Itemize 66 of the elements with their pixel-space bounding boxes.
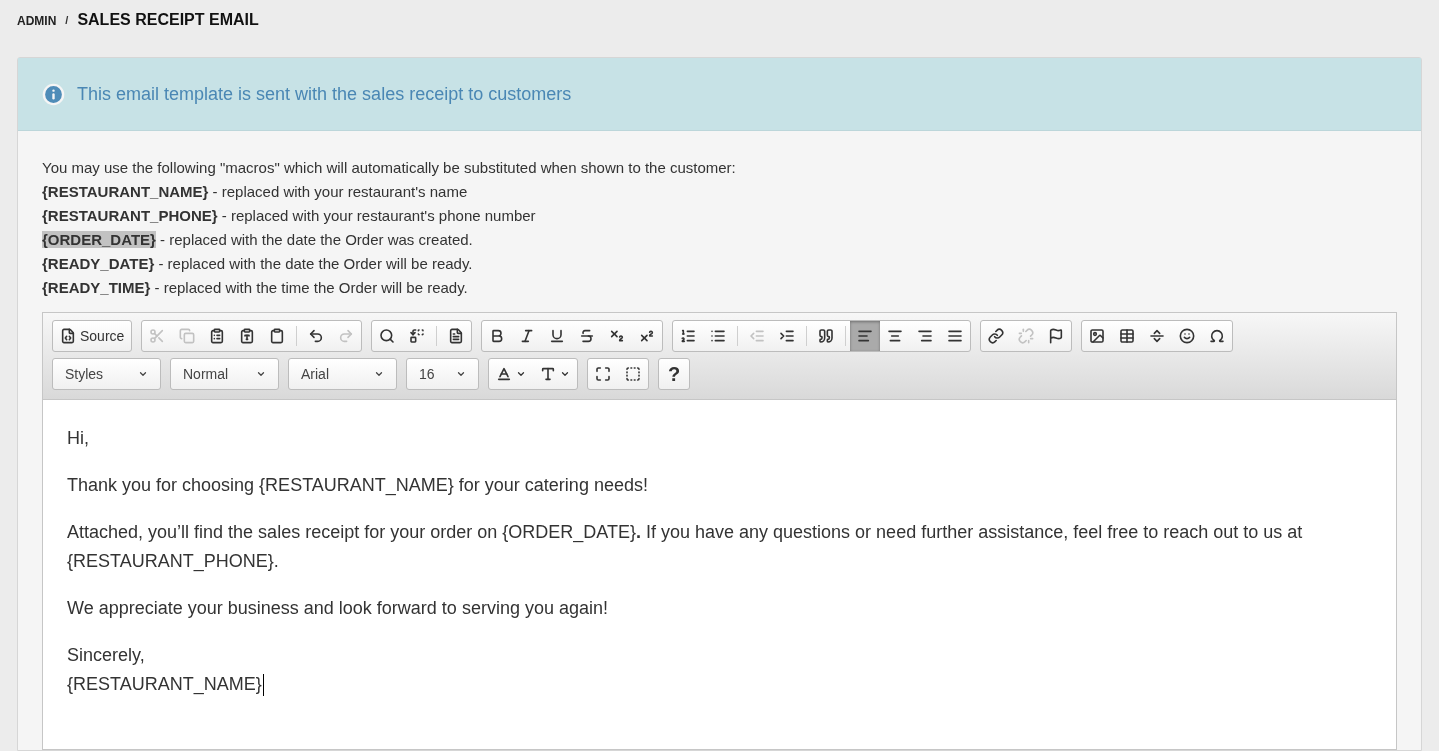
email-paragraph: Hi, [67, 427, 90, 450]
link-icon [988, 328, 1005, 344]
macro-description: {RESTAURANT_NAME} - replaced with your restaurant's name [42, 182, 469, 202]
caret-icon [256, 369, 266, 379]
numbered-list-icon [680, 328, 697, 344]
quote-icon [818, 328, 835, 344]
format-dropdown[interactable]: Arial [288, 358, 397, 390]
align-center-icon [887, 328, 904, 344]
format-dropdown[interactable]: 16 [406, 358, 479, 390]
flag-icon [1048, 328, 1065, 344]
help-button[interactable]: ? [659, 359, 690, 389]
document-icon [448, 328, 465, 344]
replace-icon [409, 328, 426, 344]
redo-icon [338, 328, 355, 344]
caret-icon [456, 369, 466, 379]
email-paragraph: We appreciate your business and look forward to serving you again! [67, 597, 609, 620]
info-icon [42, 82, 65, 106]
justify-icon [947, 328, 964, 344]
scissors-icon [149, 328, 166, 344]
macro-description: {ORDER_DATE} - replaced with the date the Order was created. [42, 230, 474, 250]
indent-icon [779, 328, 796, 344]
source-button[interactable]: Source [53, 321, 132, 351]
format-dropdown[interactable]: Styles [52, 358, 161, 390]
bulleted-list-icon [710, 328, 727, 344]
email-paragraph: {RESTAURANT_NAME} [67, 672, 265, 698]
macros-intro: You may use the following "macros" which will automatically be substituted when shown to the customer: [42, 158, 737, 178]
caret-icon [560, 369, 570, 379]
underline-icon [549, 328, 566, 344]
macro-description: {READY_TIME} - replaced with the time the Order will be ready. [42, 278, 469, 298]
align-right-icon [917, 328, 934, 344]
superscript-icon [639, 328, 656, 344]
subscript-icon [609, 328, 626, 344]
macro-description: {RESTAURANT_PHONE} - replaced with your restaurant's phone number [42, 206, 537, 226]
macro-description: {READY_DATE} - replaced with the date the Order will be ready. [42, 254, 474, 274]
copy-icon [179, 328, 196, 344]
breadcrumb-link[interactable]: ADMIN [17, 12, 57, 30]
omega-icon [1209, 328, 1226, 344]
align-left-button[interactable] [850, 321, 881, 351]
outdent-icon [749, 328, 766, 344]
undo-icon [308, 328, 325, 344]
email-paragraph: Sincerely, [67, 644, 146, 667]
page-title: SALES RECEIPT EMAIL [77, 10, 259, 30]
search-icon [379, 328, 396, 344]
strikethrough-icon [579, 328, 596, 344]
maximize-icon [595, 366, 611, 382]
email-paragraph: Thank you for choosing {RESTAURANT_NAME} for your catering needs! [67, 474, 649, 498]
caret-icon [516, 369, 526, 379]
horizontal-rule-icon [1149, 328, 1166, 344]
blocks-icon [625, 366, 641, 382]
table-icon [1119, 328, 1136, 344]
clipboard-icon [269, 328, 286, 344]
email-paragraph: Attached, you’ll find the sales receipt for your order on {ORDER_DATE}. If you have any questions or need further assistance, feel free to reach out to us at {RESTAURANT_PHONE}. [67, 521, 1304, 574]
image-icon [1089, 328, 1106, 344]
format-dropdown[interactable]: Normal [170, 358, 279, 390]
align-left-icon [857, 328, 874, 344]
text-color-icon [496, 366, 512, 382]
smiley-icon [1179, 328, 1196, 344]
info-text: This email template is sent with the sales receipt to customers [77, 82, 572, 106]
caret-icon [138, 369, 148, 379]
clipboard-icon [209, 328, 226, 344]
code-file-icon [60, 328, 76, 344]
unlink-icon [1018, 328, 1035, 344]
clipboard-text-icon [239, 328, 256, 344]
caret-icon [374, 369, 384, 379]
background-color-icon [540, 366, 556, 382]
breadcrumb-separator: / [65, 12, 69, 28]
